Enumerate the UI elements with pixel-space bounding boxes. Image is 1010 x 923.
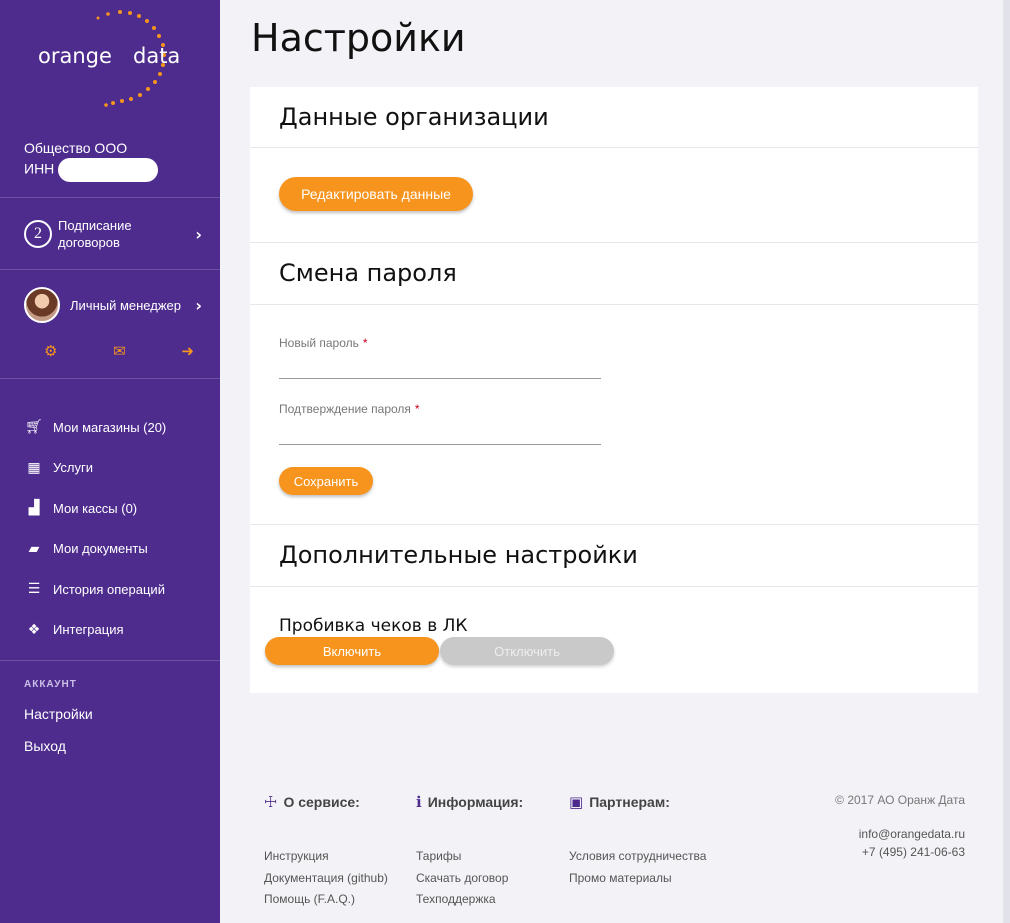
- new-password-input[interactable]: [279, 354, 601, 378]
- footer-link-download-contract[interactable]: Скачать договор: [416, 871, 508, 885]
- footer-link-instruction[interactable]: Инструкция: [264, 849, 329, 863]
- menu-item-registers[interactable]: ▟ Мои кассы (0): [24, 488, 166, 529]
- organization-name: Общество ООО: [24, 140, 128, 156]
- account-heading: АККАУНТ: [24, 679, 77, 690]
- coins-icon: ☰: [27, 581, 41, 598]
- menu-item-label: Мои документы: [53, 541, 148, 557]
- logo-text-orange: orange: [38, 44, 112, 68]
- menu-item-label: Услуги: [53, 460, 93, 476]
- section-divider: [250, 304, 978, 305]
- new-password-label-text: Новый пароль: [279, 336, 359, 350]
- folder-icon: ▰: [28, 540, 40, 557]
- required-mark: *: [362, 336, 368, 350]
- calculator-icon: ▦: [27, 459, 41, 476]
- confirm-password-label: Подтверждение пароля *: [279, 402, 420, 416]
- disable-button[interactable]: Отключить: [440, 637, 614, 665]
- extra-section-heading: Дополнительные настройки: [279, 541, 638, 569]
- footer-link-tariffs[interactable]: Тарифы: [416, 849, 461, 863]
- contact-email[interactable]: info@orangedata.ru: [859, 827, 965, 841]
- footer-link-promo[interactable]: Промо материалы: [569, 871, 672, 885]
- settings-link[interactable]: Настройки: [24, 706, 93, 722]
- register-icon: ▟: [28, 500, 40, 517]
- password-section-heading: Смена пароля: [279, 259, 457, 287]
- save-password-button[interactable]: Сохранить: [279, 467, 373, 495]
- info-icon: ℹ: [416, 793, 422, 811]
- confirm-password-input[interactable]: [279, 420, 601, 444]
- section-divider: [250, 147, 978, 148]
- logo-text-data: data: [133, 44, 181, 68]
- contracts-count-badge: 2: [24, 220, 52, 248]
- required-mark: *: [414, 402, 420, 416]
- contact-phone[interactable]: +7 (495) 241-06-63: [862, 845, 965, 859]
- menu-item-label: Мои кассы (0): [53, 500, 138, 516]
- signpost-icon: ☩: [264, 793, 278, 811]
- sidebar: orange data Общество ООО ИНН 2 Подписани…: [0, 0, 220, 923]
- footer-link-faq[interactable]: Помощь (F.A.Q.): [264, 892, 355, 906]
- organization-info: Общество ООО ИНН: [24, 138, 159, 182]
- gears-icon[interactable]: ⚙: [44, 342, 57, 360]
- org-section-heading: Данные организации: [279, 103, 549, 131]
- confirm-password-underline: [279, 444, 601, 445]
- footer-partners-heading-text: Партнерам:: [589, 794, 670, 810]
- footer-link-cooperation[interactable]: Условия сотрудничества: [569, 849, 706, 863]
- edit-data-button[interactable]: Редактировать данные: [279, 177, 473, 211]
- inn-label: ИНН: [24, 160, 55, 177]
- section-divider: [250, 242, 978, 243]
- sidebar-divider: [0, 269, 220, 270]
- receipt-printing-label: Пробивка чеков в ЛК: [279, 616, 468, 636]
- sidebar-divider: [0, 660, 220, 661]
- manager-label: Личный менеджер: [70, 297, 181, 313]
- footer-info-heading: ℹ Информация:: [416, 793, 523, 811]
- new-password-underline: [279, 378, 601, 379]
- briefcase-icon: ▣: [569, 793, 584, 811]
- personal-manager-link[interactable]: Личный менеджер ›: [24, 287, 214, 323]
- menu-item-label: Мои магазины (20): [53, 419, 167, 435]
- sidebar-menu: 🛒︎ Мои магазины (20) ▦ Услуги ▟ Мои касс…: [24, 407, 166, 650]
- cart-icon: 🛒︎: [25, 419, 43, 436]
- menu-item-integration[interactable]: ❖ Интеграция: [24, 610, 166, 651]
- footer-link-documentation[interactable]: Документация (github): [264, 871, 388, 885]
- chevron-right-icon: ›: [195, 224, 202, 244]
- footer-partners-heading: ▣ Партнерам:: [569, 793, 670, 811]
- organization-inn: ИНН: [24, 158, 159, 182]
- settings-card: Данные организации Редактировать данные …: [250, 87, 978, 693]
- footer-about-heading-text: О сервисе:: [283, 794, 360, 810]
- section-divider: [250, 524, 978, 525]
- menu-item-label: Интеграция: [53, 622, 124, 638]
- menu-item-label: История операций: [53, 581, 165, 597]
- inn-redacted: [58, 158, 159, 182]
- envelope-icon[interactable]: ✉: [113, 342, 126, 360]
- new-password-label: Новый пароль *: [279, 336, 368, 350]
- copyright: © 2017 АО Оранж Дата: [835, 793, 965, 807]
- footer-link-support[interactable]: Техподдержка: [416, 892, 496, 906]
- menu-item-services[interactable]: ▦ Услуги: [24, 448, 166, 489]
- sign-out-icon[interactable]: ➜: [181, 342, 194, 360]
- sidebar-divider: [0, 197, 220, 198]
- window-edge: [1003, 0, 1010, 923]
- chevron-right-icon: ›: [195, 295, 202, 315]
- confirm-password-label-text: Подтверждение пароля: [279, 402, 411, 416]
- enable-button[interactable]: Включить: [265, 637, 439, 665]
- footer-about-heading: ☩ О сервисе:: [264, 793, 360, 811]
- menu-item-documents[interactable]: ▰ Мои документы: [24, 529, 166, 570]
- page-title: Настройки: [251, 16, 466, 60]
- orange-data-logo[interactable]: orange data: [30, 8, 195, 108]
- contracts-signing-link[interactable]: 2 Подписание договоров ›: [24, 214, 214, 254]
- footer-info-heading-text: Информация:: [427, 794, 524, 810]
- sidebar-divider: [0, 378, 220, 379]
- cubes-icon: ❖: [27, 621, 41, 638]
- logout-link[interactable]: Выход: [24, 738, 66, 754]
- quick-actions: ⚙ ✉ ➜: [44, 342, 194, 360]
- section-divider: [250, 586, 978, 587]
- menu-item-history[interactable]: ☰ История операций: [24, 569, 166, 610]
- contracts-label: Подписание договоров: [58, 218, 132, 250]
- manager-avatar: [24, 287, 60, 323]
- menu-item-stores[interactable]: 🛒︎ Мои магазины (20): [24, 407, 166, 448]
